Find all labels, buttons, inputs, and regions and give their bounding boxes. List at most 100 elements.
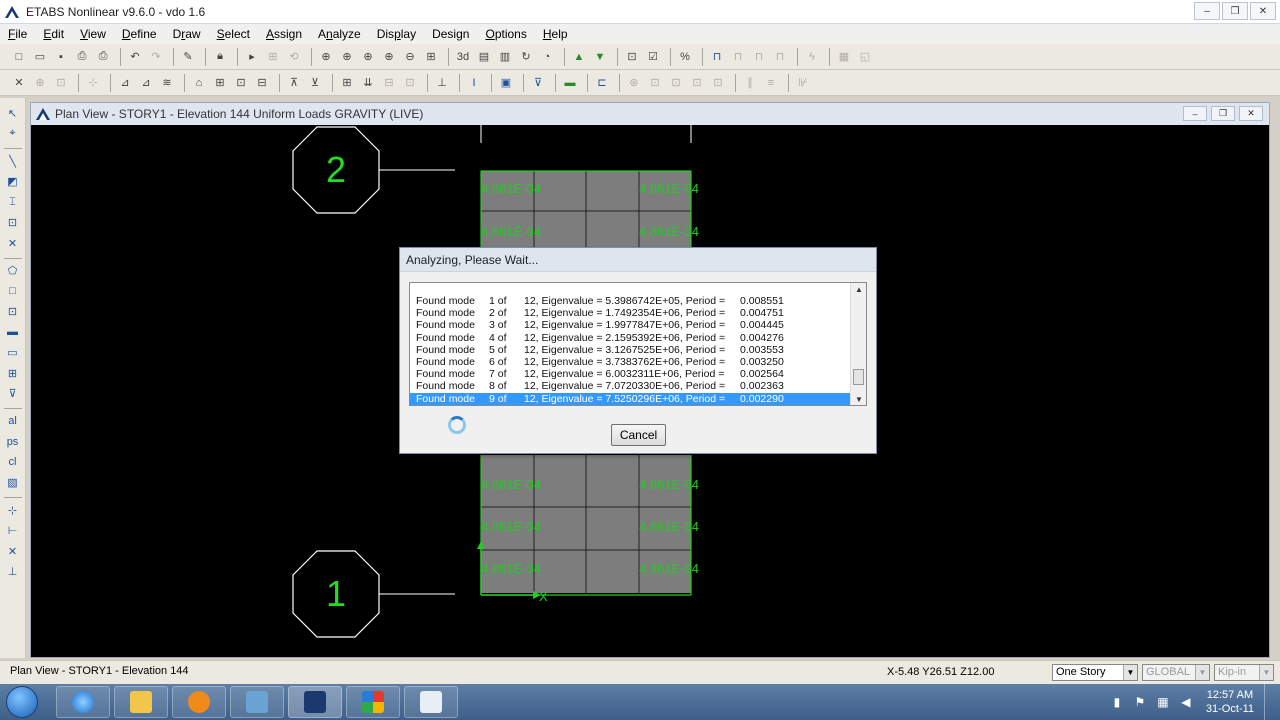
start-button[interactable] — [6, 686, 38, 718]
menu-options[interactable]: Options — [485, 27, 526, 41]
draw-beam-icon[interactable]: ≋ — [158, 74, 176, 92]
coord-system-select[interactable]: GLOBAL ▼ — [1142, 664, 1210, 681]
menu-draw[interactable]: Draw — [173, 27, 201, 41]
action-center-icon[interactable]: ⚑ — [1133, 695, 1147, 709]
zoom-out-icon[interactable]: ⊖ — [401, 48, 419, 66]
zoom-window-icon[interactable]: ⊕ — [317, 48, 335, 66]
save-icon[interactable]: ▪ — [52, 48, 70, 66]
deformed-shape-icon[interactable]: ⊓ — [729, 48, 747, 66]
taskbar-file-explorer[interactable] — [114, 686, 168, 718]
network-icon[interactable]: ▦ — [1156, 695, 1170, 709]
pointer-icon[interactable]: ↖ — [4, 104, 22, 122]
vertical-scrollbar[interactable]: ▲ ▼ — [850, 283, 866, 405]
perspective-icon[interactable]: ◔ — [538, 48, 556, 66]
plan-close-button[interactable]: ✕ — [1239, 106, 1263, 121]
rotate-view-icon[interactable]: ↻ — [517, 48, 535, 66]
show-desktop-button[interactable] — [1264, 684, 1276, 720]
close-button[interactable]: ✕ — [1250, 2, 1276, 20]
language-icon[interactable]: ▮ — [1110, 695, 1124, 709]
plan-minimize-button[interactable]: – — [1183, 106, 1207, 121]
wall-design-icon[interactable]: ∥ — [741, 74, 759, 92]
menu-design[interactable]: Design — [432, 27, 469, 41]
refresh-icon[interactable]: ⟲ — [285, 48, 303, 66]
print-icon[interactable]: ⎙ — [73, 48, 91, 66]
move-down-icon[interactable]: ▼ — [591, 48, 609, 66]
intersecting-line-icon[interactable]: ▧ — [4, 474, 22, 492]
clear-selection-icon[interactable]: cl — [4, 453, 22, 471]
taskbar-document[interactable] — [404, 686, 458, 718]
chevron-down-icon[interactable]: ▼ — [1123, 665, 1137, 680]
percent-icon[interactable]: % — [676, 48, 694, 66]
story-select[interactable]: One Story ▼ — [1052, 664, 1138, 681]
design-icon[interactable]: ⊛ — [625, 74, 643, 92]
assign-load-icon[interactable]: ⇊ — [359, 74, 377, 92]
list-item[interactable]: Found mode 6 of 12, Eigenvalue = 3.7383762… — [410, 356, 850, 368]
run-analysis-icon[interactable]: ▸ — [243, 48, 261, 66]
plan-maximize-button[interactable]: ❐ — [1211, 106, 1235, 121]
snap-intersect-icon[interactable]: ⊕ — [31, 74, 49, 92]
section-icon[interactable]: I — [465, 74, 483, 92]
draw-brace-icon[interactable]: ⊿ — [137, 74, 155, 92]
reshape-icon[interactable]: ⌖ — [4, 125, 22, 143]
3d-view-icon[interactable]: 3d — [454, 48, 472, 66]
forces-icon[interactable]: ⊓ — [771, 48, 789, 66]
maximize-button[interactable]: ❐ — [1222, 2, 1248, 20]
minimize-button[interactable]: – — [1194, 2, 1220, 20]
scroll-thumb[interactable] — [853, 369, 864, 385]
scroll-down-arrow-icon[interactable]: ▼ — [851, 393, 866, 405]
snap-perp-icon[interactable]: ⊹ — [84, 74, 102, 92]
cancel-button[interactable]: Cancel — [611, 424, 666, 446]
assign-temp-icon[interactable]: ⊟ — [380, 74, 398, 92]
draw-dimension-icon[interactable]: ⊽ — [4, 385, 22, 403]
snap-perpendicular-icon[interactable]: ⊥ — [4, 563, 22, 581]
draw-rect-area-icon[interactable]: □ — [4, 282, 22, 300]
taskbar-internet-explorer[interactable] — [56, 686, 110, 718]
snap-end-icon[interactable]: ⊡ — [52, 74, 70, 92]
table-output-icon[interactable]: ⊏ — [593, 74, 611, 92]
zoom-restore-icon[interactable]: ⊕ — [338, 48, 356, 66]
redo-icon[interactable]: ↷ — [147, 48, 165, 66]
design-check-icon[interactable]: ⊡ — [646, 74, 664, 92]
taskbar-media-player[interactable] — [172, 686, 226, 718]
draw-opening-icon[interactable]: ⊡ — [232, 74, 250, 92]
analysis-log-list[interactable]: Found mode 1 of 12, Eigenvalue = 5.3986742… — [409, 282, 867, 406]
print-setup-icon[interactable]: ⎙ — [94, 48, 112, 66]
list-item[interactable]: Found mode 3 of 12, Eigenvalue = 1.9977847… — [410, 319, 850, 331]
move-up-icon[interactable]: ▲ — [570, 48, 588, 66]
design-beam-icon[interactable]: ⊡ — [667, 74, 685, 92]
design-brace-icon[interactable]: ⊡ — [709, 74, 727, 92]
draw-line-icon[interactable]: ╲ — [4, 152, 22, 170]
menu-define[interactable]: Define — [122, 27, 157, 41]
plan-view-icon[interactable]: ▤ — [475, 48, 493, 66]
frame-icon[interactable]: ⊓ — [708, 48, 726, 66]
menu-edit[interactable]: Edit — [43, 27, 64, 41]
draw-grid-icon[interactable]: ⊞ — [4, 364, 22, 382]
list-item[interactable]: Found mode 2 of 12, Eigenvalue = 1.7492354… — [410, 307, 850, 319]
draw-poly-area-icon[interactable]: ⬠ — [4, 262, 22, 280]
snap-point-icon[interactable]: ✕ — [10, 74, 28, 92]
zoom-fit-icon[interactable]: ⊕ — [359, 48, 377, 66]
snap-ends-icon[interactable]: ⊢ — [4, 522, 22, 540]
system-clock[interactable]: 12:57 AM 31-Oct-11 — [1206, 688, 1254, 716]
object-shrink-icon[interactable]: ⊡ — [623, 48, 641, 66]
menu-file[interactable]: File — [8, 27, 27, 41]
list-item[interactable]: Found mode 7 of 12, Eigenvalue = 6.0032311… — [410, 368, 850, 380]
zoom-in-icon[interactable]: ⊕ — [380, 48, 398, 66]
select-all-icon[interactable]: al — [4, 412, 22, 430]
open-file-icon[interactable]: ▭ — [31, 48, 49, 66]
assign-diaphragm-icon[interactable]: ⊞ — [338, 74, 356, 92]
units-select[interactable]: Kip-in ▼ — [1214, 664, 1274, 681]
draw-click-area-icon[interactable]: ⊡ — [4, 303, 22, 321]
taskbar-image-viewer[interactable] — [230, 686, 284, 718]
menu-assign[interactable]: Assign — [266, 27, 302, 41]
lightning-icon[interactable]: ϟ — [803, 48, 821, 66]
draw-frame-icon[interactable]: ⊿ — [116, 74, 134, 92]
draw-wall-region-icon[interactable]: ▭ — [4, 344, 22, 362]
draw-link-icon[interactable]: ✕ — [4, 234, 22, 252]
design-column-icon[interactable]: ⊡ — [688, 74, 706, 92]
snap-points-icon[interactable]: ⊹ — [4, 501, 22, 519]
lock-icon[interactable]: 🔒︎ — [211, 48, 229, 66]
list-item[interactable]: Found mode 8 of 12, Eigenvalue = 7.0720330… — [410, 380, 850, 392]
draw-area-icon[interactable]: ⌂ — [190, 74, 208, 92]
check-icon[interactable]: ☑ — [644, 48, 662, 66]
